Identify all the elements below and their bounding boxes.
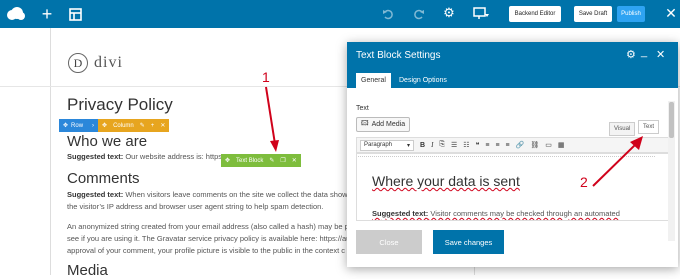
- anon-text-line2: see if you are using it. The Gravatar se…: [67, 234, 351, 243]
- bold-icon[interactable]: B: [420, 142, 425, 149]
- tab-general[interactable]: General: [356, 73, 391, 88]
- redo-icon[interactable]: [412, 7, 425, 20]
- modal-settings-gear-icon[interactable]: ⚙: [626, 48, 636, 61]
- top-toolbar: + ⚙ Backend Editor Save Draft Publish ✕: [0, 0, 680, 28]
- text-block-module-toolbar[interactable]: ✥ Text Block ✎ ❐ ✕: [221, 154, 301, 167]
- column-move-icon[interactable]: ✥: [102, 122, 107, 129]
- format-select-value: Paragraph: [364, 141, 393, 148]
- add-icon[interactable]: +: [40, 4, 54, 24]
- row-move-icon[interactable]: ✥: [63, 122, 68, 129]
- module-delete-icon[interactable]: ✕: [292, 157, 297, 164]
- editor-tab-text[interactable]: Text: [638, 120, 660, 134]
- comments-heading: Comments: [67, 170, 140, 187]
- comments-text-body: When visitors leave comments on the site…: [123, 190, 352, 199]
- annotation-arrow-1: [265, 86, 279, 152]
- editor-paragraph-text: Visitor comments may be checked through …: [428, 209, 620, 218]
- editor-suggested-label: Suggested text:: [372, 209, 429, 218]
- add-media-button[interactable]: 🖾 Add Media: [356, 117, 411, 132]
- column-label: Column: [113, 122, 134, 129]
- logo-text: divi: [94, 54, 123, 71]
- publish-button[interactable]: Publish: [617, 6, 645, 22]
- link-icon[interactable]: 🔗: [516, 141, 525, 149]
- anon-text-line3: approval of your comment, your profile p…: [67, 246, 346, 255]
- row-label: Row: [71, 122, 84, 129]
- text-field-label: Text: [356, 105, 369, 112]
- page-guide-left: [50, 28, 51, 275]
- who-we-are-heading: Who we are: [67, 133, 148, 150]
- column-edit-icon[interactable]: ✎: [140, 122, 145, 129]
- tab-design-options[interactable]: Design Options: [394, 73, 452, 88]
- layout-icon[interactable]: [68, 7, 82, 21]
- align-center-icon[interactable]: ≡: [495, 142, 499, 149]
- module-move-icon[interactable]: ✥: [225, 157, 230, 164]
- add-media-label: Add Media: [371, 121, 406, 128]
- backend-editor-button[interactable]: Backend Editor: [509, 6, 561, 22]
- who-we-are-text: Suggested text: Our website address is: …: [67, 151, 224, 163]
- suggested-label: Suggested text:: [67, 190, 124, 199]
- page-title: Privacy Policy: [67, 95, 173, 114]
- numbered-list-icon[interactable]: ☷: [463, 141, 469, 149]
- modal-header: Text Block Settings ⚙ _ ✕ General Design…: [347, 42, 678, 88]
- editor-heading-text: Where your data is sent: [372, 173, 520, 189]
- bullet-list-icon[interactable]: ☰: [451, 141, 457, 149]
- modal-close-icon[interactable]: ✕: [656, 48, 665, 61]
- annotation-arrow-2: [592, 136, 643, 187]
- column-close-icon[interactable]: ✕: [160, 122, 165, 129]
- row-expand-chevron-icon[interactable]: ›: [92, 123, 94, 129]
- close-button[interactable]: Close: [356, 230, 422, 254]
- modal-scrollbar-thumb[interactable]: [669, 102, 674, 138]
- logo-d-icon: D: [68, 53, 88, 73]
- who-text-body: Our website address is: https:: [123, 152, 225, 161]
- align-right-icon[interactable]: ≡: [506, 142, 510, 149]
- format-select[interactable]: Paragraph ▾: [360, 139, 414, 151]
- row-column-toolbar: ✥ Row › ✥ Column ✎ + ✕: [59, 119, 170, 132]
- module-duplicate-icon[interactable]: ❐: [280, 157, 285, 164]
- modal-minimize-icon[interactable]: _: [641, 46, 647, 58]
- read-more-icon[interactable]: ▭: [545, 141, 552, 149]
- add-media-icon: 🖾: [361, 120, 369, 127]
- insert-media-icon[interactable]: ⎘: [439, 141, 445, 149]
- annotation-number-1: 1: [262, 69, 270, 85]
- anon-text-line1: An anonymized string created from your e…: [67, 222, 349, 231]
- module-edit-icon[interactable]: ✎: [269, 157, 274, 164]
- suggested-label: Suggested text:: [67, 152, 124, 161]
- save-draft-button[interactable]: Save Draft: [574, 6, 612, 22]
- comments-text-line2: the visitor’s IP address and browser use…: [67, 202, 324, 211]
- blockquote-icon[interactable]: ❝: [476, 141, 480, 149]
- comments-text-line1: Suggested text: When visitors leave comm…: [67, 189, 352, 201]
- close-builder-icon[interactable]: ✕: [664, 5, 678, 21]
- align-left-icon[interactable]: ≡: [485, 142, 489, 149]
- toolbar-toggle-icon[interactable]: ▦: [558, 141, 565, 149]
- annotation-number-2: 2: [580, 174, 588, 190]
- editor-paragraph: Suggested text: Visitor comments may be …: [372, 209, 620, 218]
- column-add-icon[interactable]: +: [151, 123, 155, 129]
- undo-icon[interactable]: [381, 7, 394, 20]
- module-label: Text Block: [236, 157, 264, 164]
- save-changes-button[interactable]: Save changes: [433, 230, 504, 254]
- row-toolbar[interactable]: ✥ Row ›: [59, 119, 99, 132]
- responsive-view-icon[interactable]: [472, 6, 490, 20]
- italic-icon[interactable]: I: [431, 141, 433, 149]
- settings-gear-icon[interactable]: ⚙: [442, 5, 456, 20]
- cloud-logo-icon[interactable]: [6, 5, 26, 23]
- column-toolbar[interactable]: ✥ Column ✎ + ✕: [98, 119, 170, 132]
- media-heading: Media: [67, 262, 108, 279]
- modal-title: Text Block Settings: [356, 50, 441, 61]
- editor-heading: Where your data is sent: [372, 173, 520, 189]
- unlink-icon[interactable]: ⛓: [530, 141, 539, 149]
- chevron-down-icon: ▾: [406, 142, 410, 149]
- site-logo[interactable]: D divi: [68, 53, 123, 73]
